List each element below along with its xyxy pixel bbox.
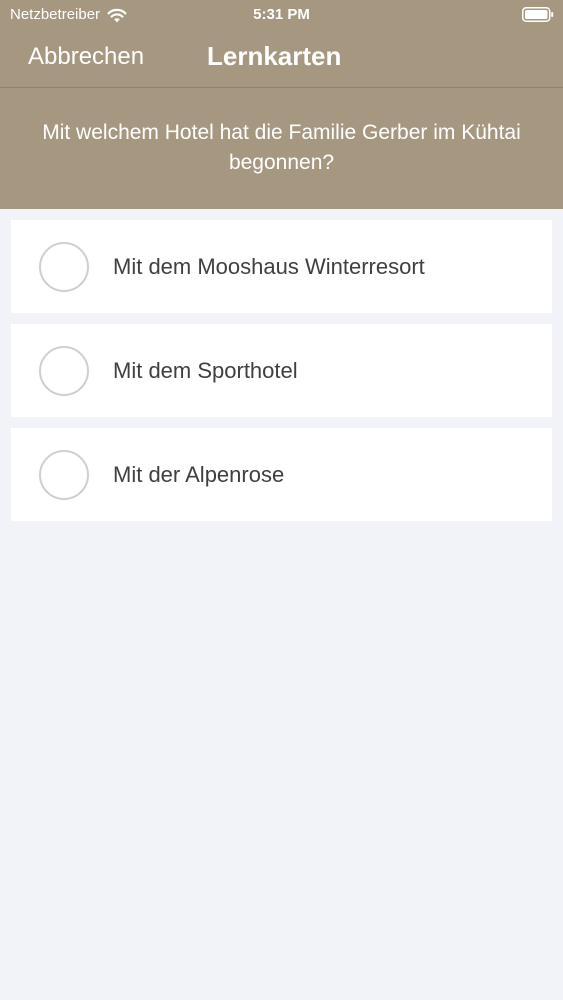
status-time: 5:31 PM <box>253 6 310 23</box>
cancel-button[interactable]: Abbrechen <box>28 42 144 72</box>
answer-option[interactable]: Mit dem Mooshaus Winterresort <box>11 220 552 313</box>
question-text: Mit welchem Hotel hat die Familie Gerber… <box>42 121 521 174</box>
status-bar: Netzbetreiber 5:31 PM <box>0 0 563 30</box>
answer-list: Mit dem Mooshaus Winterresort Mit dem Sp… <box>11 220 552 532</box>
header: Netzbetreiber 5:31 PM Abbrechen Lernkart… <box>0 0 563 209</box>
answer-option[interactable]: Mit dem Sporthotel <box>11 324 552 417</box>
answer-option[interactable]: Mit der Alpenrose <box>11 428 552 521</box>
battery-icon <box>522 7 554 22</box>
radio-circle-icon[interactable] <box>39 449 89 500</box>
page-title: Lernkarten <box>207 41 342 71</box>
navigation-bar: Abbrechen Lernkarten <box>0 30 563 87</box>
answer-label: Mit dem Mooshaus Winterresort <box>113 253 425 279</box>
nav-divider <box>0 87 563 88</box>
radio-circle-icon[interactable] <box>39 345 89 396</box>
answer-label: Mit der Alpenrose <box>113 461 285 487</box>
radio-circle-icon[interactable] <box>39 241 89 292</box>
answer-label: Mit dem Sporthotel <box>113 357 298 383</box>
